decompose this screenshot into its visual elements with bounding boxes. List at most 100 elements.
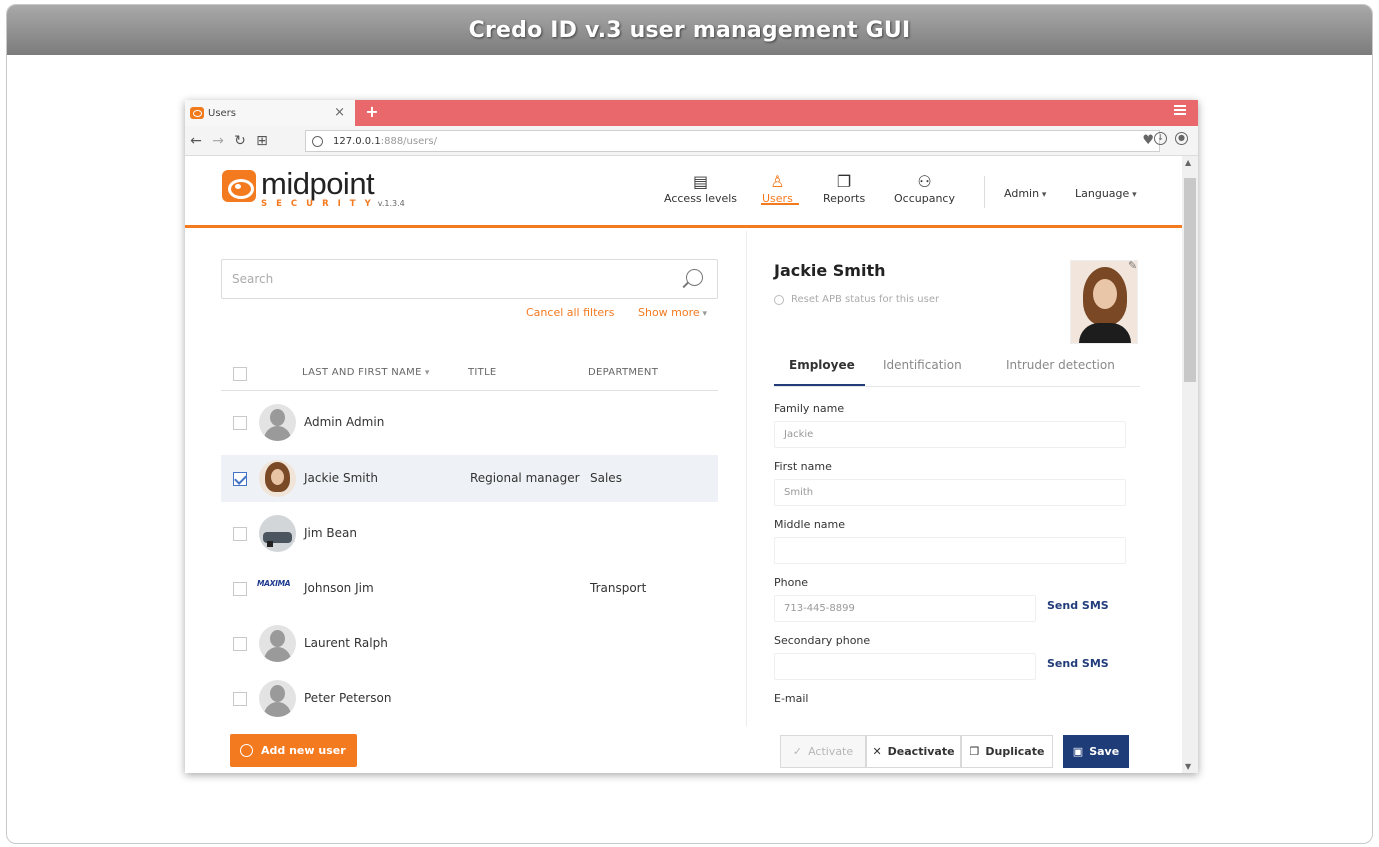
deactivate-button[interactable]: ✕ Deactivate	[866, 735, 961, 768]
favorite-heart-icon[interactable]: ♥	[1142, 133, 1154, 148]
column-department[interactable]: DEPARTMENT	[588, 367, 658, 378]
profile-icon[interactable]: ●	[1175, 132, 1188, 145]
table-row[interactable]: Jim Bean	[221, 510, 718, 557]
reset-apb-link[interactable]: Reset APB status for this user	[774, 294, 939, 305]
table-row[interactable]: Laurent Ralph	[221, 620, 718, 667]
frame-title: Credo ID v.3 user management GUI	[468, 17, 911, 43]
scroll-thumb[interactable]	[1184, 178, 1196, 382]
x-icon: ✕	[872, 745, 882, 758]
nav-label: Access levels	[664, 192, 738, 205]
nav-reports[interactable]: ❐ Reports	[823, 172, 866, 206]
scroll-down-icon[interactable]: ▼	[1185, 762, 1191, 771]
save-button[interactable]: ▣ Save	[1063, 735, 1129, 768]
row-department: Sales	[590, 471, 622, 485]
logo-security-text: SECURITY	[261, 199, 380, 209]
family-name-label: Family name	[774, 402, 845, 415]
forward-icon[interactable]: →	[207, 133, 229, 149]
app-version: v.1.3.4	[377, 199, 405, 208]
middle-name-label: Middle name	[774, 518, 846, 531]
browser-menu-icon[interactable]	[1174, 105, 1186, 117]
row-name: Johnson Jim	[304, 581, 374, 595]
secondary-phone-field[interactable]	[774, 653, 1036, 680]
close-tab-icon[interactable]: ×	[334, 105, 345, 120]
frame-header: Credo ID v.3 user management GUI	[7, 5, 1372, 55]
nav-label: Reports	[823, 192, 866, 205]
edit-photo-icon[interactable]: ✎	[1128, 259, 1137, 272]
deactivate-label: Deactivate	[887, 745, 955, 758]
secondary-phone-label: Secondary phone	[774, 634, 871, 647]
nav-divider	[984, 176, 985, 208]
add-new-user-button[interactable]: Add new user	[230, 734, 357, 767]
browser-tab[interactable]: Users ×	[185, 100, 355, 126]
table-row[interactable]: Admin Admin	[221, 399, 718, 446]
occupancy-icon: ⚇	[917, 172, 932, 191]
url-input[interactable]: 127.0.0.1:888/users/ ♥	[305, 130, 1160, 152]
reports-icon: ❐	[836, 172, 852, 191]
phone-field[interactable]: 713-445-8899	[774, 595, 1036, 622]
row-department: Transport	[590, 581, 647, 595]
avatar	[259, 460, 296, 497]
first-name-field[interactable]: Smith	[774, 479, 1126, 506]
nav-users[interactable]: ♙ Users	[762, 172, 793, 206]
send-sms-button[interactable]: Send SMS	[1047, 599, 1109, 612]
nav-access-levels[interactable]: ▤ Access levels	[664, 174, 738, 206]
admin-dropdown[interactable]: Admin	[1004, 187, 1046, 200]
row-checkbox[interactable]	[233, 582, 247, 596]
tab-title: Users	[208, 107, 237, 119]
row-name: Laurent Ralph	[304, 636, 388, 650]
tab-intruder-detection[interactable]: Intruder detection	[1006, 358, 1115, 372]
address-bar: ← → ↻ ⊞ 127.0.0.1:888/users/ ♥ ↓ ●	[185, 126, 1198, 156]
midpoint-logo[interactable]: midpoint SECURITY v.1.3.4	[222, 168, 405, 209]
avatar	[259, 680, 296, 717]
save-icon: ▣	[1072, 745, 1084, 758]
row-checkbox[interactable]	[233, 637, 247, 651]
search-input[interactable]: Search	[221, 259, 718, 299]
browser-tabbar: Users × +	[185, 100, 1198, 126]
apps-grid-icon[interactable]: ⊞	[251, 133, 273, 149]
duplicate-label: Duplicate	[985, 745, 1045, 758]
user-detail-panel: Jackie Smith Reset APB status for this u…	[746, 231, 1182, 773]
table-row[interactable]: MAXIMA Johnson Jim Transport	[221, 565, 718, 612]
favicon-icon	[190, 107, 204, 119]
send-sms-secondary-button[interactable]: Send SMS	[1047, 657, 1109, 670]
row-name: Peter Peterson	[304, 691, 392, 705]
family-name-field[interactable]: Jackie	[774, 421, 1126, 448]
reload-icon[interactable]: ↻	[229, 133, 251, 149]
search-icon[interactable]	[686, 269, 703, 286]
row-checkbox[interactable]	[233, 472, 247, 486]
row-checkbox[interactable]	[233, 692, 247, 706]
new-tab-button[interactable]: +	[363, 103, 381, 121]
search-placeholder: Search	[232, 272, 274, 286]
avatar: MAXIMA	[257, 579, 291, 588]
page-scrollbar[interactable]: ▲ ▼	[1182, 156, 1198, 773]
tab-employee[interactable]: Employee	[789, 358, 855, 372]
midpoint-logo-icon	[222, 170, 256, 202]
browser-actions: ↓ ●	[1154, 132, 1188, 145]
show-more-link[interactable]: Show more	[638, 306, 707, 319]
detail-action-bar: ✓ Activate ✕ Deactivate ❐ Duplicate ▣ Sa…	[746, 726, 1182, 773]
nav-occupancy[interactable]: ⚇ Occupancy	[894, 172, 955, 206]
scroll-up-icon[interactable]: ▲	[1185, 158, 1191, 167]
tab-identification[interactable]: Identification	[883, 358, 962, 372]
table-row[interactable]: Jackie Smith Regional manager Sales	[221, 455, 718, 502]
column-name[interactable]: LAST AND FIRST NAME	[302, 367, 430, 378]
column-title[interactable]: TITLE	[468, 367, 497, 378]
select-all-checkbox[interactable]	[233, 367, 247, 381]
row-checkbox[interactable]	[233, 527, 247, 541]
middle-name-field[interactable]	[774, 537, 1126, 564]
back-icon[interactable]: ←	[185, 133, 207, 149]
cancel-filters-link[interactable]: Cancel all filters	[526, 306, 614, 319]
profile-photo[interactable]	[1070, 260, 1138, 344]
users-icon: ♙	[770, 172, 785, 191]
activate-button[interactable]: ✓ Activate	[780, 735, 866, 768]
duplicate-button[interactable]: ❐ Duplicate	[961, 735, 1053, 768]
download-icon[interactable]: ↓	[1154, 132, 1167, 145]
table-row[interactable]: Peter Peterson	[221, 675, 718, 722]
row-checkbox[interactable]	[233, 416, 247, 430]
language-dropdown[interactable]: Language	[1075, 187, 1137, 200]
check-icon: ✓	[792, 745, 803, 758]
row-name: Jim Bean	[304, 526, 357, 540]
row-name: Admin Admin	[304, 415, 385, 429]
active-tab-indicator	[774, 384, 865, 386]
site-info-icon[interactable]	[312, 135, 323, 147]
